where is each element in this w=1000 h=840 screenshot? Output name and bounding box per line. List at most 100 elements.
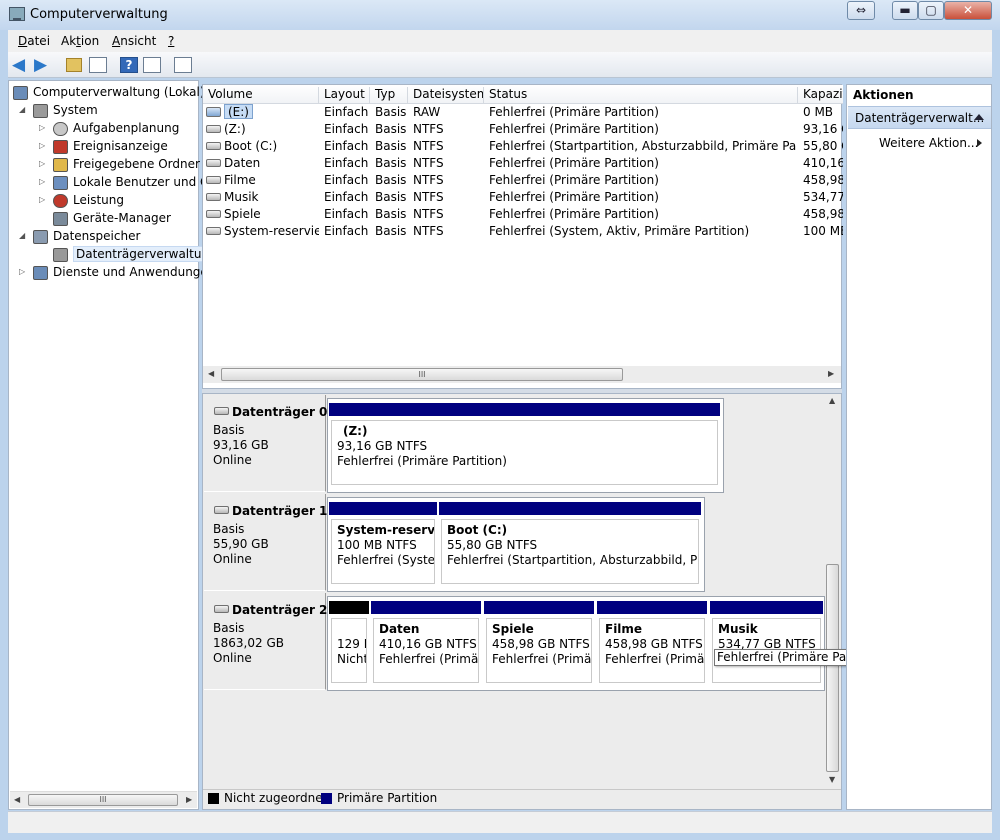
restore-size-button[interactable]: ⇔ bbox=[847, 1, 875, 20]
column-header-dateisystem[interactable]: Dateisystem bbox=[408, 87, 484, 103]
tree-item[interactable]: Datenträgerverwaltung bbox=[9, 246, 220, 264]
cell-fs: NTFS bbox=[413, 139, 444, 153]
partition[interactable]: Spiele458,98 GB NTFSFehlerfrei (Primäre bbox=[484, 601, 594, 685]
cell-volume: Filme bbox=[224, 173, 256, 187]
scroll-left-icon[interactable]: ◀ bbox=[14, 795, 20, 804]
collapsed-arrow-icon[interactable]: ▷ bbox=[39, 123, 49, 132]
disk-partition-area: (Z:) 93,16 GB NTFS Fehlerfrei (Primäre Par… bbox=[327, 398, 724, 493]
action-section-datentraegerverwaltung[interactable]: Datenträgerverwalt... bbox=[848, 106, 991, 129]
maximize-button[interactable]: ▢ bbox=[918, 1, 944, 20]
tree-item[interactable]: ◢ System bbox=[9, 102, 198, 120]
table-row[interactable]: Musik Einfach Basis NTFS Fehlerfrei (Primäre… bbox=[203, 189, 843, 206]
disk-partition-area: System-reservie100 MB NTFSFehlerfrei (Sy… bbox=[327, 497, 705, 592]
expanded-arrow-icon[interactable]: ◢ bbox=[19, 231, 29, 240]
tree-item[interactable]: ▷ Ereignisanzeige bbox=[9, 138, 198, 156]
disk-label[interactable]: Datenträger 2 Basis 1863,02 GB Online bbox=[204, 593, 327, 690]
collapsed-arrow-icon[interactable]: ▷ bbox=[39, 141, 49, 150]
submenu-arrow-icon[interactable] bbox=[977, 139, 982, 147]
close-button[interactable]: ✕ bbox=[944, 1, 992, 20]
menu-ansicht[interactable]: Ansicht bbox=[112, 34, 156, 48]
navigation-tree[interactable]: Computerverwaltung (Lokal) ◢ System ▷ Aufgab… bbox=[8, 80, 222, 810]
cell-fs: NTFS bbox=[413, 224, 444, 238]
volume-list[interactable]: Volume Layout Typ Dateisystem Status Kap… bbox=[202, 84, 843, 389]
cell-status: Fehlerfrei (System, Aktiv, Primäre Parti… bbox=[489, 224, 750, 238]
column-header-kapazitaet[interactable]: Kapazit bbox=[798, 87, 843, 103]
partition[interactable]: 129 MNicht bbox=[329, 601, 369, 685]
up-folder-icon[interactable] bbox=[66, 58, 82, 72]
partition[interactable]: Boot (C:) 55,80 GB NTFS Fehlerfrei (Startp… bbox=[439, 502, 701, 586]
table-row[interactable]: System-reserviert Einfach Basis NTFS Fehlerf… bbox=[203, 223, 843, 240]
cell-status: Fehlerfrei (Primäre Partition) bbox=[489, 156, 659, 170]
partition-status: Fehlerfrei (System bbox=[337, 553, 435, 567]
table-row[interactable]: (Z:) Einfach Basis NTFS Fehlerfrei (Primäre … bbox=[203, 121, 843, 138]
volume-horizontal-scrollbar[interactable]: ◀ III ▶ bbox=[203, 366, 841, 383]
collapsed-arrow-icon[interactable]: ▷ bbox=[39, 159, 49, 168]
cell-typ: Basis bbox=[375, 224, 407, 238]
tree-item[interactable]: Computerverwaltung (Lokal) bbox=[9, 84, 205, 102]
disk-vertical-scrollbar[interactable]: ▲ ▼ bbox=[825, 394, 841, 789]
help-icon[interactable]: ? bbox=[120, 57, 138, 73]
scroll-right-icon[interactable]: ▶ bbox=[828, 369, 834, 378]
partition[interactable]: (Z:) 93,16 GB NTFS Fehlerfrei (Primäre Par… bbox=[329, 403, 720, 487]
expanded-arrow-icon[interactable]: ◢ bbox=[19, 105, 29, 114]
more-actions-link[interactable]: Weitere Aktion... bbox=[879, 136, 978, 150]
partition[interactable]: Filme458,98 GB NTFSFehlerfrei (Primäre bbox=[597, 601, 707, 685]
table-row[interactable]: Boot (C:) Einfach Basis NTFS Fehlerfrei (Sta… bbox=[203, 138, 843, 155]
column-header-volume[interactable]: Volume bbox=[203, 87, 319, 103]
partition[interactable]: Musik534,77 GB NTFSFehlerfrei (Primäre P… bbox=[710, 601, 823, 685]
cell-fs: NTFS bbox=[413, 190, 444, 204]
partition-details: Daten410,16 GB NTFSFehlerfrei (Primäre bbox=[373, 618, 479, 683]
partition[interactable]: Daten410,16 GB NTFSFehlerfrei (Primäre bbox=[371, 601, 481, 685]
column-header-typ[interactable]: Typ bbox=[370, 87, 408, 103]
partition-details: Spiele458,98 GB NTFSFehlerfrei (Primäre bbox=[486, 618, 592, 683]
scroll-thumb[interactable] bbox=[826, 564, 839, 772]
scroll-right-icon[interactable]: ▶ bbox=[186, 795, 192, 804]
menu-aktion[interactable]: Aktion bbox=[61, 34, 99, 48]
disk-state: Online bbox=[213, 453, 252, 467]
column-header-layout[interactable]: Layout bbox=[319, 87, 370, 103]
disk-graphical-view[interactable]: Datenträger 0 Basis 93,16 GB Online (Z:) 93,1… bbox=[202, 393, 842, 810]
tree-item[interactable]: Geräte-Manager bbox=[9, 210, 198, 228]
partition-details: System-reservie100 MB NTFSFehlerfrei (Sy… bbox=[331, 519, 435, 584]
tree-item[interactable]: ◢ Datenspeicher bbox=[9, 228, 198, 246]
partition-details: Filme458,98 GB NTFSFehlerfrei (Primäre bbox=[599, 618, 705, 683]
back-arrow-icon[interactable]: ◀ bbox=[12, 55, 32, 75]
table-row[interactable]: (E:) Einfach Basis RAW Fehlerfrei (Primäre P… bbox=[203, 104, 843, 121]
services-icon bbox=[33, 266, 48, 280]
table-row[interactable]: Spiele Einfach Basis NTFS Fehlerfrei (Primär… bbox=[203, 206, 843, 223]
forward-arrow-icon[interactable]: ▶ bbox=[34, 55, 54, 75]
title-bar[interactable]: Computerverwaltung ⇔ ▬ ▢ ✕ bbox=[0, 0, 1000, 30]
scroll-down-icon[interactable]: ▼ bbox=[829, 775, 835, 784]
collapsed-arrow-icon[interactable]: ▷ bbox=[39, 177, 49, 186]
collapsed-arrow-icon[interactable]: ▷ bbox=[39, 195, 49, 204]
cell-typ: Basis bbox=[375, 139, 407, 153]
scroll-left-icon[interactable]: ◀ bbox=[208, 369, 214, 378]
partition[interactable]: System-reservie100 MB NTFSFehlerfrei (Sy… bbox=[329, 502, 437, 586]
collapsed-arrow-icon[interactable]: ▷ bbox=[19, 267, 29, 276]
tree-item[interactable]: ▷ Lokale Benutzer und Gru bbox=[9, 174, 222, 192]
column-header-status[interactable]: Status bbox=[484, 87, 798, 103]
table-row[interactable]: Daten Einfach Basis NTFS Fehlerfrei (Primäre… bbox=[203, 155, 843, 172]
tree-item[interactable]: ▷ Freigegebene Ordner bbox=[9, 156, 200, 174]
tree-item[interactable]: ▷ Dienste und Anwendungen bbox=[9, 264, 215, 282]
tree-item[interactable]: ▷ Aufgabenplanung bbox=[9, 120, 198, 138]
table-row[interactable]: Filme Einfach Basis NTFS Fehlerfrei (Primäre… bbox=[203, 172, 843, 189]
partition-status: Fehlerfrei (Primäre bbox=[492, 652, 592, 666]
collapse-arrow-icon[interactable] bbox=[974, 114, 984, 120]
show-hide-action-pane-icon[interactable] bbox=[143, 57, 161, 73]
disk-type: Basis bbox=[213, 423, 245, 437]
minimize-button[interactable]: ▬ bbox=[892, 1, 918, 20]
scroll-thumb[interactable]: III bbox=[221, 368, 623, 381]
disk-label[interactable]: Datenträger 1 Basis 55,90 GB Online bbox=[204, 494, 327, 591]
scroll-up-icon[interactable]: ▲ bbox=[829, 396, 835, 405]
drive-icon bbox=[206, 159, 221, 167]
scroll-thumb[interactable]: III bbox=[28, 794, 178, 806]
properties-icon[interactable] bbox=[174, 57, 192, 73]
menu-help[interactable]: ? bbox=[168, 34, 174, 48]
menu-datei[interactable]: Datei bbox=[18, 34, 50, 48]
disk-label[interactable]: Datenträger 0 Basis 93,16 GB Online bbox=[204, 395, 327, 492]
cell-fs: NTFS bbox=[413, 156, 444, 170]
show-hide-tree-icon[interactable] bbox=[89, 57, 107, 73]
tree-item[interactable]: ▷ Leistung bbox=[9, 192, 198, 210]
tree-horizontal-scrollbar[interactable]: ◀ III ▶ bbox=[10, 791, 197, 808]
